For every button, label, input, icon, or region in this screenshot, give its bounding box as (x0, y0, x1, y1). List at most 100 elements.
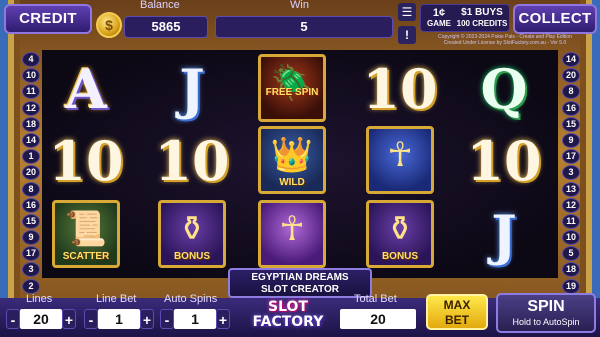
payline-right-15: 15 (562, 116, 580, 132)
payline-right-11: 11 (562, 213, 580, 229)
spin-sublabel: Hold to AutoSpin (512, 317, 580, 327)
bonus-label: BONUS (381, 251, 419, 262)
logo-line-2: FACTORY (252, 314, 324, 330)
spin-label: SPIN (527, 298, 565, 315)
info-icon[interactable]: ! (398, 26, 416, 44)
bonus-icon: ⚱ (177, 209, 207, 249)
balance-label: Balance (140, 0, 180, 11)
scatter-icon: 📜 (64, 209, 108, 249)
payline-left-3: 3 (22, 262, 40, 278)
line-bet-decrease-button[interactable]: - (84, 309, 98, 329)
lines-increase-button[interactable]: + (62, 309, 76, 329)
payline-left-4: 4 (22, 52, 40, 67)
bonus-icon: ⚱ (385, 209, 415, 249)
symbol-scatter: 📜 SCATTER (52, 200, 120, 268)
auto-spins-value: 1 (174, 309, 216, 329)
buys-credits: 100 CREDITS (456, 19, 508, 28)
payline-right-8: 8 (562, 84, 580, 100)
line-bet-label: Line Bet (96, 293, 137, 305)
payline-right-13: 13 (562, 181, 580, 197)
payline-right-17: 17 (562, 149, 580, 165)
payline-left-20: 20 (22, 165, 40, 181)
free-spin-label: FREE SPIN (265, 87, 319, 98)
copyright-line-2: Created Under License by SlotFactory.com… (443, 40, 567, 46)
symbol-cleopatra: 👑 WILD (258, 126, 326, 194)
symbol-bonus: ⚱ BONUS (158, 200, 226, 268)
lines-label: Lines (26, 293, 53, 305)
symbol-ankh-blue: ☥ (366, 126, 434, 194)
denomination-panel[interactable]: 1¢ GAME $1 BUYS 100 CREDITS (420, 4, 510, 32)
payline-left-17: 17 (22, 246, 40, 262)
bonus-label: BONUS (173, 251, 211, 262)
scatter-label: SCATTER (62, 251, 110, 262)
payline-indicators-left: 4 10 11 12 18 14 1 20 8 16 15 9 17 3 2 (22, 52, 40, 295)
max-bet-button[interactable]: MAX BET (426, 294, 488, 330)
auto-spins-increase-button[interactable]: + (216, 309, 230, 329)
balance-value: 5865 (124, 16, 208, 38)
payline-left-18: 18 (22, 116, 40, 132)
denom-amount: 1¢ (432, 7, 446, 19)
payline-left-8: 8 (22, 181, 40, 197)
symbol-j: J (179, 57, 205, 121)
payline-left-16: 16 (22, 197, 40, 213)
payline-left-1: 1 (22, 149, 40, 165)
max-bet-line-1: MAX (443, 298, 471, 312)
cleopatra-label: WILD (279, 177, 305, 188)
symbol-10: 10 (48, 129, 124, 193)
symbol-10: 10 (154, 129, 230, 193)
payline-indicators-right: 14 20 8 16 15 9 17 3 13 12 11 10 5 18 19 (562, 52, 580, 295)
symbol-a: A (65, 57, 107, 121)
payline-right-20: 20 (562, 68, 580, 84)
denom-unit: GAME (427, 19, 451, 28)
lines-decrease-button[interactable]: - (6, 309, 20, 329)
symbol-10: 10 (362, 57, 438, 121)
symbol-free-spin: 🪲 FREE SPIN (258, 54, 326, 122)
payline-right-10: 10 (562, 230, 580, 246)
payline-right-14: 14 (562, 52, 580, 67)
symbol-q: Q (480, 57, 528, 121)
game-subtitle: SLOT CREATOR (261, 284, 339, 295)
symbol-10: 10 (466, 129, 542, 193)
payline-left-15: 15 (22, 213, 40, 229)
payline-left-9: 9 (22, 230, 40, 246)
payline-right-9: 9 (562, 132, 580, 148)
payline-left-14: 14 (22, 132, 40, 148)
slot-factory-logo: SLOT FACTORY (236, 300, 340, 334)
spin-button[interactable]: SPIN Hold to AutoSpin (496, 293, 596, 333)
payline-right-12: 12 (562, 197, 580, 213)
line-bet-increase-button[interactable]: + (140, 309, 154, 329)
ankh-purple-icon: ☥ (279, 209, 305, 249)
game-title-plate: EGYPTIAN DREAMS SLOT CREATOR (228, 268, 372, 298)
game-title: EGYPTIAN DREAMS (251, 272, 349, 283)
total-bet-value: 20 (340, 309, 416, 329)
payline-left-11: 11 (22, 84, 40, 100)
payline-right-16: 16 (562, 100, 580, 116)
line-bet-value: 1 (98, 309, 140, 329)
lines-value: 20 (20, 309, 62, 329)
max-bet-line-2: BET (445, 313, 469, 327)
payline-right-3: 3 (562, 165, 580, 181)
symbol-bonus: ⚱ BONUS (366, 200, 434, 268)
logo-line-1: SLOT (268, 299, 308, 315)
dollar-coin-icon: $ (96, 12, 122, 38)
total-bet-label: Total Bet (354, 293, 397, 305)
payline-right-5: 5 (562, 246, 580, 262)
win-label: Win (290, 0, 309, 11)
payline-right-19: 19 (562, 278, 580, 294)
buys-label: $1 BUYS (461, 7, 503, 18)
payline-left-2: 2 (22, 278, 40, 294)
hamburger-icon[interactable]: ☰ (398, 3, 416, 21)
symbol-j: J (491, 203, 517, 267)
symbol-ankh-purple: ☥ (258, 200, 326, 268)
ankh-blue-icon: ☥ (387, 135, 413, 175)
copyright-notice: Copyright © 2023-2024 Pokie Pals - Creat… (430, 34, 580, 46)
credit-button[interactable]: CREDIT (4, 4, 92, 34)
payline-right-18: 18 (562, 262, 580, 278)
win-value: 5 (215, 16, 393, 38)
payline-left-12: 12 (22, 100, 40, 116)
auto-spins-label: Auto Spins (164, 293, 218, 305)
cleopatra-icon: 👑 (270, 135, 314, 175)
collect-button[interactable]: COLLECT (513, 4, 597, 34)
payline-left-10: 10 (22, 68, 40, 84)
auto-spins-decrease-button[interactable]: - (160, 309, 174, 329)
